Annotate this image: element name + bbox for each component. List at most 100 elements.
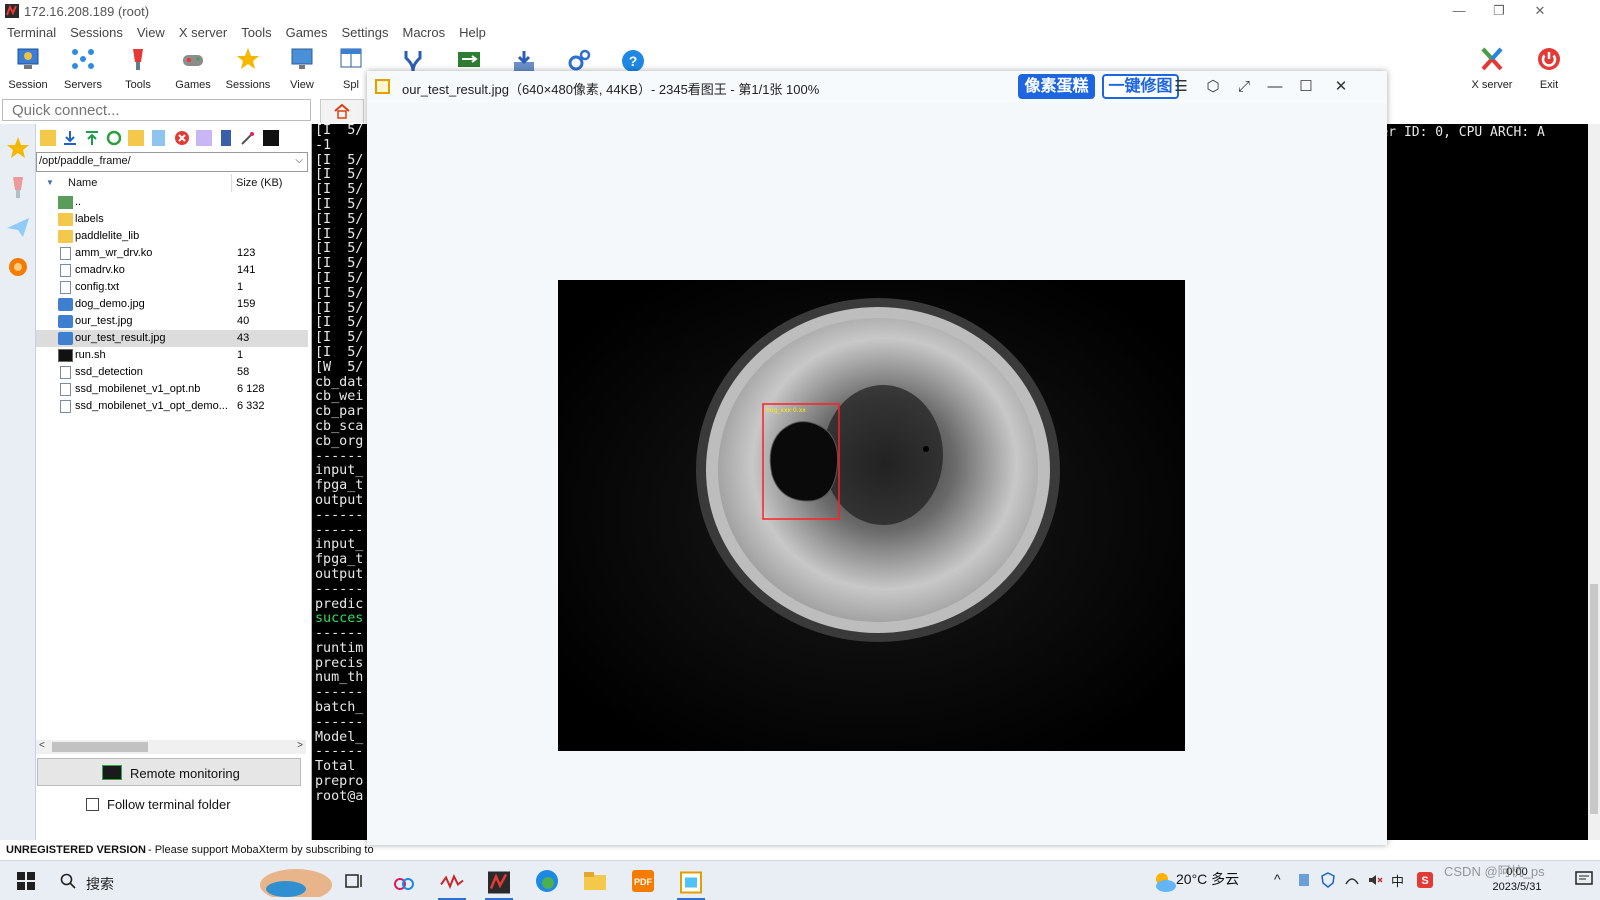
list-item[interactable]: cmadrv.ko 141 [36,262,308,279]
chevron-up-icon[interactable]: ^ [1274,871,1281,887]
svg-text:S: S [1421,875,1428,887]
list-item[interactable]: paddlelite_lib [36,228,308,245]
split-icon [340,48,362,68]
menu-help[interactable]: Help [452,22,493,40]
menu-sessions[interactable]: Sessions [63,22,130,40]
menu-x-server[interactable]: X server [172,22,234,40]
session-button[interactable]: Session [2,46,54,94]
usb-icon[interactable] [1297,872,1311,888]
list-item[interactable]: labels [36,211,308,228]
horizontal-scrollbar[interactable]: < > [36,740,306,754]
search-highlight-image [260,869,332,897]
terminal-line: predic [315,596,364,612]
sogou-ime-icon[interactable]: S [1416,871,1434,889]
terminal-line: [W 5/ [315,359,364,375]
menu-macros[interactable]: Macros [395,22,452,40]
path-dropdown[interactable]: /opt/paddle_frame/ ⌵ [36,152,308,172]
weather-cloudy-icon[interactable] [1150,867,1178,895]
edge-browser-icon[interactable] [533,867,561,895]
list-item[interactable]: run.sh 1 [36,347,308,364]
list-item[interactable]: ssd_mobilenet_v1_opt.nb 6 128 [36,381,308,398]
upload-file-icon[interactable] [84,130,100,146]
list-item-selected[interactable]: our_test_result.jpg 43 [36,330,308,347]
list-item[interactable]: amm_wr_drv.ko 123 [36,245,308,262]
new-folder-icon[interactable] [128,130,144,146]
terminal-line: [I 5/ [315,241,364,257]
maximize-icon[interactable]: ☐ [1292,74,1320,99]
scroll-thumb[interactable] [52,742,148,752]
menu-settings[interactable]: Settings [335,22,396,40]
mobaxterm-taskbar-icon[interactable] [485,867,513,900]
checkbox-box[interactable] [86,798,99,811]
title-bar: 172.16.208.189 (root) — ❐ ✕ [0,0,1600,22]
servers-button[interactable]: Servers [57,46,109,94]
shield-icon[interactable] [1320,872,1336,888]
download-file-icon[interactable] [62,130,78,146]
restore-button[interactable]: ❐ [1479,0,1519,22]
split-button[interactable]: Spl [331,46,371,94]
wifi-icon[interactable] [1344,872,1360,888]
skin-icon[interactable]: ⬡ [1199,74,1227,99]
menu-terminal[interactable]: Terminal [0,22,63,40]
terminal-icon[interactable] [263,130,279,146]
column-name[interactable]: Name [68,177,97,189]
column-size[interactable]: Size (KB) [236,177,282,189]
tools-tab-icon[interactable] [2,168,34,206]
sftp-tab-icon[interactable] [2,248,34,286]
pixel-cake-button[interactable]: 像素蛋糕 [1018,74,1095,99]
menu-view[interactable]: View [130,22,172,40]
pdf-app-icon[interactable]: PDF [629,867,657,895]
list-item[interactable]: dog_demo.jpg 159 [36,296,308,313]
waveform-app-icon[interactable] [438,867,466,900]
close-icon[interactable]: ✕ [1327,74,1355,99]
new-file-icon[interactable] [152,130,165,146]
list-item[interactable]: .. [36,194,308,211]
x-server-button[interactable]: X server [1460,46,1524,94]
macros-plane-icon[interactable] [2,208,34,246]
view-button[interactable]: View [276,46,328,94]
delete-icon[interactable] [174,130,190,146]
sessions-star-icon[interactable] [2,128,34,166]
minimize-button[interactable]: — [1439,0,1479,22]
image-canvas[interactable]: bug_xxx 0.xx [558,280,1185,751]
permissions-icon[interactable] [221,130,231,146]
terminal-line: [I 5/ [315,344,364,360]
terminal-scrollbar[interactable] [1588,124,1600,840]
refresh-icon[interactable] [106,130,122,146]
scroll-left-icon[interactable]: < [39,740,45,751]
scroll-thumb[interactable] [1590,584,1598,814]
ime-indicator[interactable]: 中 [1391,871,1404,890]
list-item[interactable]: config.txt 1 [36,279,308,296]
task-view-icon[interactable] [340,867,368,895]
rename-icon[interactable] [196,130,212,146]
fullscreen-icon[interactable]: ⤢ [1230,74,1258,99]
menu-icon[interactable]: ☰ [1167,74,1195,99]
menu-tools[interactable]: Tools [234,22,278,40]
go-parent-folder-icon[interactable] [40,130,56,146]
weather-text[interactable]: 20°C 多云 [1176,869,1239,889]
list-item[interactable]: our_test.jpg 40 [36,313,308,330]
windows-start-icon[interactable] [12,867,40,895]
home-tab[interactable] [320,99,364,123]
list-item[interactable]: ssd_detection 58 [36,364,308,381]
notification-icon[interactable] [1574,869,1594,889]
snipping-tool-icon[interactable] [390,867,418,895]
magic-wand-icon[interactable] [240,130,256,146]
taskbar-search[interactable]: 搜索 [52,865,332,897]
sessions-button[interactable]: Sessions [222,46,274,94]
terminal-line: ------ [315,685,364,701]
minimize-icon[interactable]: — [1261,74,1289,99]
quick-connect-input[interactable] [2,99,311,121]
tools-button[interactable]: Tools [112,46,164,94]
speaker-muted-icon[interactable] [1367,872,1383,888]
file-explorer-icon[interactable] [581,867,609,895]
close-button[interactable]: ✕ [1520,0,1560,22]
image-viewer-taskbar-icon[interactable] [677,867,705,900]
menu-games[interactable]: Games [279,22,335,40]
remote-monitoring-button[interactable]: Remote monitoring [37,758,301,786]
scroll-right-icon[interactable]: > [297,740,303,751]
list-item[interactable]: ssd_mobilenet_v1_opt_demo... 6 332 [36,398,308,415]
exit-button[interactable]: Exit [1526,46,1572,94]
detected-object [769,421,839,502]
games-button[interactable]: Games [167,46,219,94]
